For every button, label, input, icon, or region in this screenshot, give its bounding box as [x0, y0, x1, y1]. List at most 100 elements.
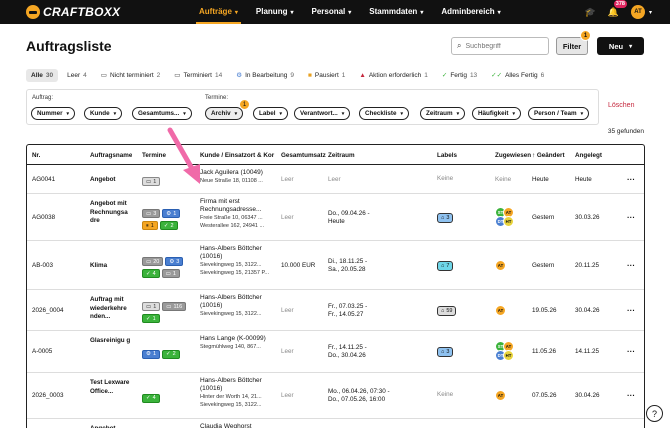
tab-1[interactable]: Leer 4	[62, 69, 92, 82]
table-row[interactable]: AG0041 Angebot ▭ 1 Jack Aguilera (10049) Neue…	[27, 165, 644, 194]
filter-chip-termine-4[interactable]: Zeitraum ▾	[420, 107, 466, 120]
assignee-avatar[interactable]: HT	[503, 350, 514, 361]
column-header-6[interactable]: Labels	[437, 152, 457, 159]
row-actions-button[interactable]: ···	[627, 306, 639, 315]
appointment-status-pill[interactable]: ⏸ 1	[142, 221, 158, 230]
column-header-3[interactable]: Kunde / Einsatzort & Kor	[200, 152, 278, 159]
filter-chip-auftrag-1[interactable]: Kunde ▾	[84, 107, 123, 120]
column-header-4[interactable]: Gesamtumsatz	[281, 152, 327, 159]
filter-chip-termine-3[interactable]: Checkliste ▾	[359, 107, 410, 120]
appointment-status-pill[interactable]: ✓ 2	[162, 349, 180, 359]
column-header-7[interactable]: Zugewiesen	[495, 152, 531, 159]
customer-name[interactable]: Firma mit erst Rechnungsadresse...	[200, 198, 278, 214]
nav-item-1[interactable]: Planung ▾	[247, 0, 303, 24]
table-row[interactable]: AB-003 Klima ▭ 20 ⚙ 3 ✓ 4 ▭ 1 Hans-Albers Böttcher…	[27, 241, 644, 290]
column-header-2[interactable]: Termine	[142, 152, 166, 159]
appointment-status-pill[interactable]: ✓ 4	[142, 393, 160, 403]
table-row[interactable]: AG0038 Angebot mit Rechnungsa dre ▭ 3 ⚙ 1 ⏸ 1 ✓ 2…	[27, 194, 644, 241]
filter-button[interactable]: Filter 1	[556, 30, 591, 55]
appointment-status-pill[interactable]: ✓ 1	[142, 314, 160, 323]
filter-chip-termine-6[interactable]: Person / Team ▾	[528, 107, 590, 120]
tab-3[interactable]: ▭ Terminiert 14	[169, 68, 227, 82]
column-header-0[interactable]: Nr.	[32, 152, 40, 159]
customer-name[interactable]: Hans-Albers Böttcher (10016)	[200, 377, 278, 393]
graduation-cap-icon[interactable]: 🎓	[585, 7, 596, 18]
appointment-status-pill[interactable]: ▭ 1	[161, 269, 180, 278]
customer-name[interactable]: Hans Lange (K-00099)	[200, 335, 278, 343]
reset-filters-link[interactable]: Löschen	[608, 102, 634, 109]
table-row[interactable]: A-0005 Glasreinigu g ⚙ 1 ✓ 2 Hans Lange (K-000…	[27, 331, 644, 373]
filter-chip-termine-0[interactable]: Archiv ▾	[205, 107, 244, 120]
tab-2[interactable]: ▭ Nicht terminiert 2	[96, 68, 166, 82]
order-number-cell: 2026_0004	[32, 307, 87, 314]
nav-item-2[interactable]: Personal ▾	[302, 0, 360, 24]
row-actions-button[interactable]: ···	[627, 261, 639, 270]
chevron-down-icon[interactable]: ▾	[649, 9, 652, 16]
nav-item-label: Personal	[311, 7, 346, 16]
help-button[interactable]: ?	[646, 405, 663, 422]
order-name-cell[interactable]: Auftrag mit wiederkehre nden...	[90, 296, 136, 322]
tab-8[interactable]: ✓✓ Alles Fertig 6	[486, 68, 549, 82]
filter-chip-auftrag-0[interactable]: Nummer ▾	[31, 107, 76, 120]
table-row[interactable]: AngebotClaudia Weghorst	[27, 419, 644, 428]
tab-0[interactable]: Alle 30	[26, 68, 59, 82]
assignee-avatar[interactable]: AT	[495, 390, 506, 401]
appointment-status-pill[interactable]: ▭ 1	[142, 177, 161, 186]
order-name-cell[interactable]: Glasreinigu g	[90, 337, 136, 346]
tab-5[interactable]: ■ Pausiert 1	[303, 69, 350, 82]
row-actions-button[interactable]: ···	[627, 347, 639, 356]
new-button[interactable]: Neu ▾	[597, 37, 644, 55]
tab-7[interactable]: ✓ Fertig 13	[437, 68, 482, 82]
nav-item-0[interactable]: Aufträge ▾	[190, 0, 247, 24]
appointment-status-pill[interactable]: ▭ 20	[142, 257, 164, 266]
assignee-avatar[interactable]: AT	[495, 304, 506, 316]
appointment-status-pill[interactable]: ⚙ 1	[162, 209, 181, 218]
filter-chip-termine-5[interactable]: Häufigkeit ▾	[472, 107, 521, 120]
tab-6[interactable]: ▲ Aktion erforderlich 1	[354, 69, 432, 82]
order-name-cell[interactable]: Klima	[90, 262, 136, 271]
labels-pill[interactable]: ⌂ 59	[437, 305, 457, 316]
order-name-cell[interactable]: Angebot	[90, 176, 136, 185]
customer-name[interactable]: Jack Aguilera (10049)	[200, 169, 278, 177]
appointments-cell: ▭ 1	[142, 176, 198, 188]
row-actions-button[interactable]: ···	[627, 175, 639, 184]
assignee-avatar[interactable]: HT	[503, 215, 514, 227]
filter-chip-termine-2[interactable]: Verantwort... ▾	[294, 107, 351, 120]
tab-4[interactable]: ⚙ In Bearbeitung 9	[231, 68, 299, 82]
column-header-1[interactable]: Auftragsname	[90, 152, 132, 159]
order-name-cell[interactable]: Test Lexware Office...	[90, 379, 136, 396]
labels-pill[interactable]: ⌂ 3	[437, 347, 454, 357]
brand-logo[interactable]: CRAFTBOXX	[26, 0, 120, 24]
user-avatar[interactable]: AT	[630, 5, 645, 19]
nav-item-3[interactable]: Stammdaten ▾	[360, 0, 432, 24]
appointment-status-pill[interactable]: ✓ 2	[159, 221, 178, 230]
appointment-status-pill[interactable]: ▭ 116	[162, 302, 187, 311]
filter-chip-auftrag-2[interactable]: Gesamtums... ▾	[132, 107, 192, 120]
table-row[interactable]: 2026_0003 Test Lexware Office... ✓ 4 Hans-Al…	[27, 373, 644, 419]
order-name-cell[interactable]: Angebot mit Rechnungsa dre	[90, 200, 136, 226]
labels-pill[interactable]: ⌂ 3	[437, 212, 454, 223]
customer-name[interactable]: Claudia Weghorst	[200, 423, 278, 428]
filter-chip-termine-1[interactable]: Label ▾	[253, 107, 288, 120]
customer-name[interactable]: Hans-Albers Böttcher (10016)	[200, 245, 278, 261]
nav-item-4[interactable]: Adminbereich ▾	[432, 0, 509, 24]
assignee-avatar[interactable]: AT	[495, 259, 506, 271]
table-row[interactable]: 2026_0004 Auftrag mit wiederkehre nden...…	[27, 290, 644, 331]
appointment-status-pill[interactable]: ✓ 4	[142, 269, 160, 278]
appointment-status-pill[interactable]: ⚙ 1	[142, 349, 160, 359]
row-actions-button[interactable]: ···	[627, 391, 639, 400]
search-box[interactable]: ⌕	[451, 37, 549, 55]
appointment-status-pill[interactable]: ▭ 3	[142, 209, 161, 218]
main-nav: Aufträge ▾ Planung ▾ Personal ▾ Stammdaten ▾ Adm…	[190, 0, 510, 24]
appointment-status-pill[interactable]: ▭ 1	[142, 302, 161, 311]
row-actions-button[interactable]: ···	[627, 213, 639, 222]
column-header-5[interactable]: Zeitraum	[328, 152, 355, 159]
column-header-8[interactable]: ↑ Geändert	[532, 152, 565, 159]
column-header-9[interactable]: Angelegt	[575, 152, 602, 159]
tab-count: 30	[45, 71, 54, 79]
customer-name[interactable]: Hans-Albers Böttcher (10016)	[200, 294, 278, 310]
appointment-status-pill[interactable]: ⚙ 3	[165, 257, 184, 266]
bell-icon[interactable]: 🔔 378	[608, 0, 627, 18]
labels-pill[interactable]: ⌂ 7	[437, 260, 454, 271]
search-input[interactable]	[465, 42, 536, 50]
